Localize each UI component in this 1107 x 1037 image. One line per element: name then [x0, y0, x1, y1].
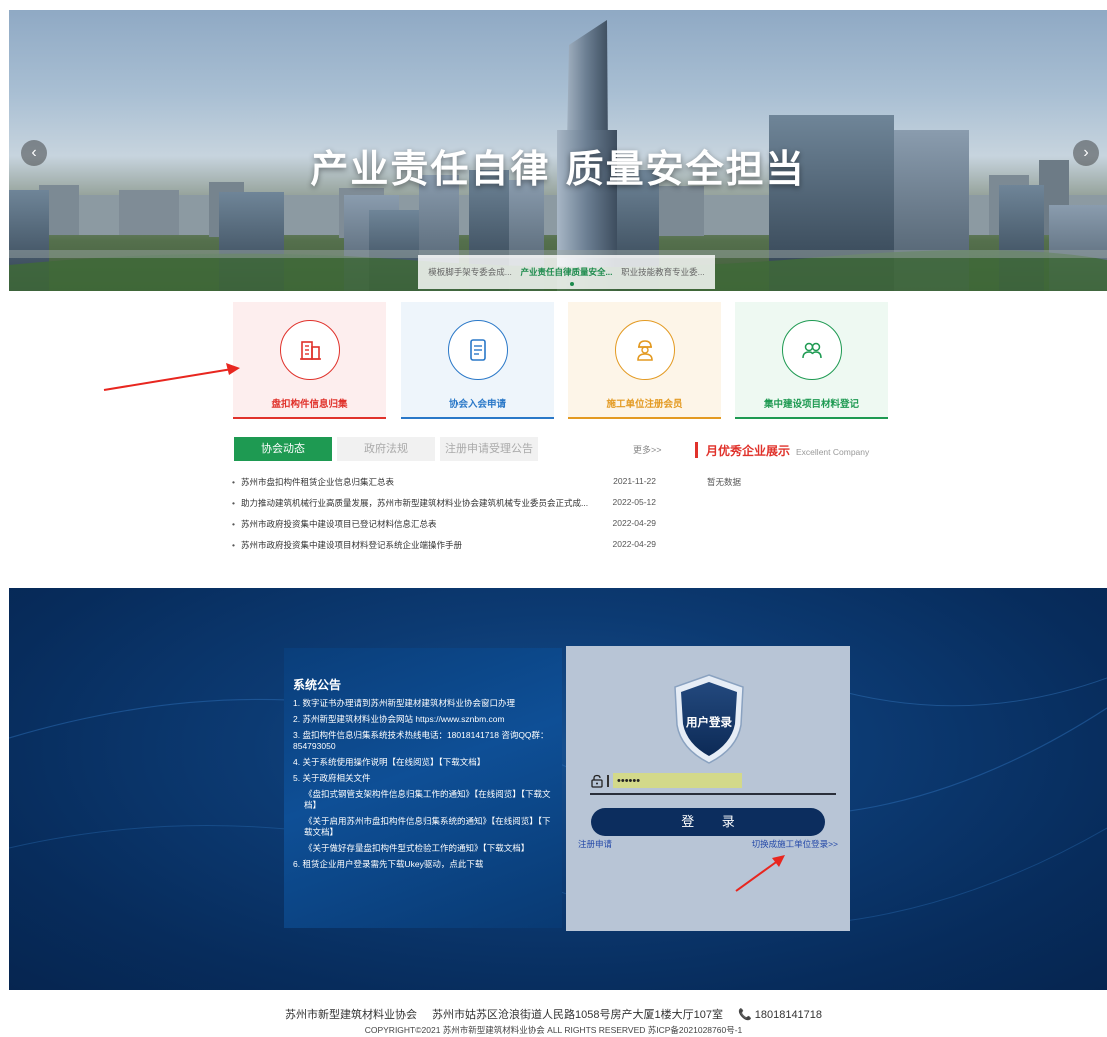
news-date: 2022-04-29	[612, 518, 656, 528]
banner-active-indicator	[570, 282, 574, 286]
news-date: 2021-11-22	[613, 476, 656, 486]
login-shield-label: 用户登录	[686, 717, 732, 729]
banner-prev-button[interactable]: ‹	[21, 140, 47, 166]
notice-line: 1. 数字证书办理请到苏州新型建材建筑材料业协会窗口办理	[293, 698, 515, 708]
login-button[interactable]: 登 录	[591, 808, 825, 836]
notice-line[interactable]: 《关于启用苏州市盘扣构件信息归集系统的通知》【在线阅览】【下载文档】	[293, 816, 554, 838]
notice-line[interactable]: 《关于做好存量盘扣构件型式检验工作的通知》【下载文档】	[293, 843, 554, 854]
banner-next-button[interactable]: ›	[1073, 140, 1099, 166]
system-notice-panel: 系统公告 1. 数字证书办理请到苏州新型建材建筑材料业协会窗口办理 2. 苏州新…	[284, 648, 562, 928]
register-link[interactable]: 注册申请	[578, 838, 612, 850]
list-item: 苏州市政府投资集中建设项目材料登记系统企业端操作手册 2022-04-29	[232, 539, 662, 556]
annotation-arrow-icon	[103, 363, 240, 391]
quick-link-label: 盘扣构件信息归集	[271, 399, 348, 410]
banner-tab-active[interactable]: 产业责任自律质量安全...	[520, 266, 612, 278]
excellent-company-heading: 月优秀企业展示 Excellent Company	[695, 442, 869, 458]
news-title[interactable]: 苏州市政府投资集中建设项目已登记材料信息汇总表	[232, 518, 597, 530]
tab-registration-notices[interactable]: 注册申请受理公告	[440, 437, 538, 461]
footer-address: 苏州市姑苏区沧浪街道人民路1058号房产大厦1楼大厅107室	[432, 1009, 723, 1021]
password-row	[590, 771, 836, 791]
news-date: 2022-04-29	[612, 539, 656, 549]
quick-link-component-info[interactable]: 盘扣构件信息归集	[233, 302, 386, 419]
banner-title: 产业责任自律 质量安全担当	[310, 147, 806, 191]
news-list: 苏州市盘扣构件租赁企业信息归集汇总表 2021-11-22 助力推动建筑机械行业…	[232, 476, 662, 556]
quick-link-label: 协会入会申请	[448, 399, 506, 410]
phone-icon: 📞	[738, 1009, 752, 1021]
list-item: 苏州市盘扣构件租赁企业信息归集汇总表 2021-11-22	[232, 476, 662, 497]
notice-line[interactable]: 《盘扣式钢管支架构件信息归集工作的通知》【在线阅览】【下载文档】	[293, 789, 554, 811]
excellent-company-subtitle: Excellent Company	[796, 447, 870, 457]
worker-icon	[637, 340, 653, 361]
notice-line[interactable]: 6. 租赁企业用户登录需先下载Ukey驱动，点此下载	[293, 859, 554, 870]
hero-banner: 产业责任自律 质量安全担当 ‹ › 模板脚手架专委会成... 产业责任自律质量安…	[9, 10, 1107, 291]
footer-contact: 苏州市新型建筑材料业协会 苏州市姑苏区沧浪街道人民路1058号房产大厦1楼大厅1…	[0, 1006, 1107, 1022]
switch-contractor-login-link[interactable]: 切换成施工单位登录>>	[752, 838, 838, 850]
footer-phone: 18018141718	[754, 1009, 823, 1021]
tab-association-news[interactable]: 协会动态	[234, 437, 332, 461]
document-icon	[470, 339, 486, 361]
lock-icon	[591, 774, 603, 788]
quick-link-label: 施工单位注册会员	[606, 399, 683, 410]
list-item: 苏州市政府投资集中建设项目已登记材料信息汇总表 2022-04-29	[232, 518, 662, 539]
notice-line[interactable]: 2. 苏州新型建筑材料业协会网站 https://www.sznbm.com	[293, 714, 554, 725]
footer-copyright: COPYRIGHT©2021 苏州市新型建筑材料业协会 ALL RIGHTS R…	[364, 1025, 743, 1035]
footer-org: 苏州市新型建筑材料业协会	[284, 1009, 417, 1021]
login-panel: 用户登录 登 录 注册申请 切换成施工单位登录>>	[566, 646, 850, 931]
excellent-company-empty: 暂无数据	[707, 477, 742, 487]
notice-line[interactable]: 4. 关于系统使用操作说明【在线阅览】【下载文档】	[293, 757, 554, 768]
news-more-link[interactable]: 更多>>	[633, 443, 662, 456]
notice-title: 系统公告	[293, 678, 342, 692]
password-underline	[590, 793, 836, 795]
news-title[interactable]: 苏州市盘扣构件租赁企业信息归集汇总表	[232, 476, 597, 488]
quick-link-contractor-register[interactable]: 施工单位注册会员	[568, 302, 721, 419]
password-field[interactable]	[613, 773, 742, 788]
banner-tab[interactable]: 职业技能教育专业委...	[621, 266, 705, 278]
news-title[interactable]: 苏州市政府投资集中建设项目材料登记系统企业端操作手册	[232, 539, 597, 551]
quick-link-membership[interactable]: 协会入会申请	[401, 302, 554, 419]
tab-government-regulations[interactable]: 政府法规	[337, 437, 435, 461]
banner-tabs: 模板脚手架专委会成... 产业责任自律质量安全... 职业技能教育专业委...	[418, 255, 715, 289]
group-icon	[802, 342, 822, 359]
list-item: 助力推动建筑机械行业高质量发展，苏州市新型建筑材料业协会建筑机械专业委员会正式成…	[232, 497, 662, 518]
chevron-left-icon: ‹	[31, 144, 37, 161]
news-title[interactable]: 助力推动建筑机械行业高质量发展，苏州市新型建筑材料业协会建筑机械专业委员会正式成…	[232, 497, 597, 509]
news-date: 2022-05-12	[612, 497, 656, 507]
quick-link-label: 集中建设项目材料登记	[763, 399, 859, 410]
notice-line: 5. 关于政府相关文件	[293, 773, 371, 783]
notice-line: 3. 盘扣构件信息归集系统技术热线电话：18018141718 咨询QQ群：85…	[293, 730, 549, 751]
chevron-right-icon: ›	[1083, 144, 1089, 161]
banner-tab[interactable]: 模板脚手架专委会成...	[428, 266, 512, 278]
building-icon	[300, 341, 321, 360]
quick-link-material-register[interactable]: 集中建设项目材料登记	[735, 302, 888, 419]
